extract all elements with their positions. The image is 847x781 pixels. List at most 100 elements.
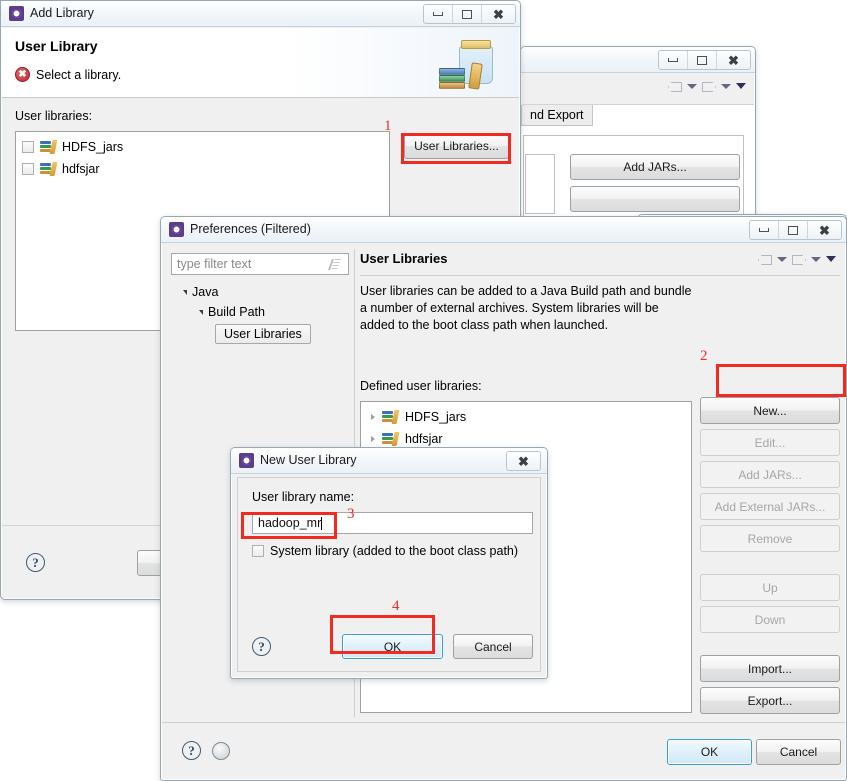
ok-button[interactable]: OK <box>342 634 443 659</box>
chevron-right-icon[interactable] <box>371 436 375 442</box>
add-library-titlebar: Add Library ✖ <box>1 1 520 27</box>
add-external-jars-button[interactable] <box>570 186 740 212</box>
import-button[interactable]: Import... <box>700 655 840 682</box>
preferences-window-controls[interactable]: ✖ <box>749 220 842 240</box>
close-icon[interactable]: ✖ <box>482 5 515 23</box>
cancel-button[interactable]: Cancel <box>453 634 533 659</box>
export-button[interactable]: Export... <box>700 687 840 714</box>
page-title: User Library <box>15 38 98 54</box>
list-item[interactable]: HDFS_jars <box>22 139 124 154</box>
annotation-number-4: 4 <box>392 598 400 614</box>
minimize-icon[interactable] <box>424 5 453 23</box>
chevron-down-icon[interactable] <box>777 256 787 262</box>
eclipse-icon <box>9 6 24 21</box>
arrow-left-icon[interactable] <box>758 253 772 265</box>
jar-with-books-icon <box>437 38 495 90</box>
screen: ✖ nd Export Add JARs... Add Library ✖ Us… <box>0 0 847 781</box>
edit-button[interactable]: Edit... <box>700 429 840 456</box>
tree-row[interactable]: hdfsjar <box>371 431 443 446</box>
help-icon[interactable]: ? <box>26 553 45 572</box>
down-button[interactable]: Down <box>700 606 840 633</box>
preferences-footer: ? OK Cancel <box>162 722 845 779</box>
library-name-field[interactable]: hadoop_mr <box>252 512 533 534</box>
page-title: User Libraries <box>360 251 448 266</box>
background-window-add-jars[interactable]: ✖ nd Export Add JARs... <box>520 46 756 221</box>
tree-row-label: HDFS_jars <box>405 410 467 424</box>
checkbox[interactable] <box>22 163 34 175</box>
tab-build-path-and-export[interactable]: nd Export <box>521 105 593 126</box>
new-user-library-dialog[interactable]: New User Library ✖ User library name: ha… <box>230 447 548 679</box>
close-icon[interactable]: ✖ <box>717 51 750 69</box>
close-icon[interactable]: ✖ <box>808 221 841 239</box>
page-description: User libraries can be added to a Java Bu… <box>360 284 692 332</box>
tree-item-java[interactable]: Java <box>183 285 218 299</box>
chevron-down-icon[interactable] <box>199 309 203 315</box>
user-libraries-label: User libraries: <box>15 109 93 123</box>
background-window-a-controls[interactable]: ✖ <box>658 50 751 70</box>
checkbox[interactable] <box>252 545 264 557</box>
list-item-label: HDFS_jars <box>62 140 124 154</box>
arrow-right-icon[interactable] <box>702 80 716 92</box>
eclipse-icon <box>169 222 184 237</box>
chevron-right-icon[interactable] <box>371 414 375 420</box>
library-action-buttons: New... Edit... Add JARs... Add External … <box>700 397 840 719</box>
up-button[interactable]: Up <box>700 574 840 601</box>
help-icon[interactable]: ? <box>252 637 271 656</box>
background-window-a-nav[interactable] <box>668 80 746 92</box>
system-library-checkbox-row[interactable]: System library (added to the boot class … <box>252 544 518 558</box>
chevron-down-icon[interactable] <box>826 256 836 262</box>
chevron-down-icon[interactable] <box>687 83 697 89</box>
add-library-header: User Library ✖ Select a library. <box>2 28 519 98</box>
tree-item-label: User Libraries <box>224 327 302 341</box>
cancel-button[interactable]: Cancel <box>756 739 841 765</box>
add-jars-button[interactable]: Add JARs... <box>570 154 740 180</box>
chevron-down-icon[interactable] <box>811 256 821 262</box>
maximize-icon[interactable] <box>453 5 482 23</box>
remove-button[interactable]: Remove <box>700 525 840 552</box>
new-user-library-window-controls[interactable]: ✖ <box>506 451 541 471</box>
chevron-down-icon[interactable] <box>736 83 746 89</box>
tree-row-label: hdfsjar <box>405 432 443 446</box>
user-libraries-button[interactable]: User Libraries... <box>404 133 509 159</box>
tree-item-user-libraries[interactable]: User Libraries <box>215 324 311 344</box>
library-icon <box>382 409 400 424</box>
add-external-jars-button[interactable]: Add External JARs... <box>700 493 840 520</box>
arrow-right-icon[interactable] <box>792 253 806 265</box>
library-name-label: User library name: <box>252 490 355 504</box>
ok-button[interactable]: OK <box>667 739 752 765</box>
arrow-left-icon[interactable] <box>668 80 682 92</box>
add-library-window-controls[interactable]: ✖ <box>423 4 516 24</box>
error-icon: ✖ <box>15 67 30 82</box>
help-icon[interactable]: ? <box>182 741 201 760</box>
checkbox[interactable] <box>22 141 34 153</box>
tree-item-label: Java <box>192 285 219 299</box>
tree-item-build-path[interactable]: Build Path <box>199 305 265 319</box>
background-window-a-body: nd Export Add JARs... <box>521 105 754 219</box>
maximize-icon[interactable] <box>688 51 717 69</box>
minimize-icon[interactable] <box>750 221 779 239</box>
validation-message: Select a library. <box>36 68 122 82</box>
page-nav[interactable] <box>758 253 836 265</box>
filter-input[interactable]: type filter text <box>171 253 349 275</box>
library-icon <box>40 139 58 154</box>
pencil-icon[interactable] <box>329 258 342 271</box>
new-user-library-body: User library name: hadoop_mr System libr… <box>237 477 541 672</box>
chevron-down-icon[interactable] <box>183 289 187 295</box>
new-button[interactable]: New... <box>700 397 840 424</box>
list-item[interactable]: hdfsjar <box>22 161 100 176</box>
minimize-icon[interactable] <box>659 51 688 69</box>
chevron-down-icon[interactable] <box>721 83 731 89</box>
new-user-library-title: New User Library <box>260 453 357 467</box>
close-icon[interactable]: ✖ <box>507 452 540 470</box>
tree-row[interactable]: HDFS_jars <box>371 409 467 424</box>
add-jars-button[interactable]: Add JARs... <box>700 461 840 488</box>
restore-defaults-icon[interactable] <box>212 742 230 760</box>
add-library-title: Add Library <box>30 6 94 20</box>
filter-placeholder: type filter text <box>177 257 252 271</box>
background-window-a-panel: Add JARs... <box>523 135 744 217</box>
library-name-value: hadoop_mr <box>258 516 322 530</box>
preferences-title: Preferences (Filtered) <box>190 222 311 236</box>
annotation-number-2: 2 <box>700 348 708 364</box>
tree-item-label: Build Path <box>208 305 265 319</box>
maximize-icon[interactable] <box>779 221 808 239</box>
